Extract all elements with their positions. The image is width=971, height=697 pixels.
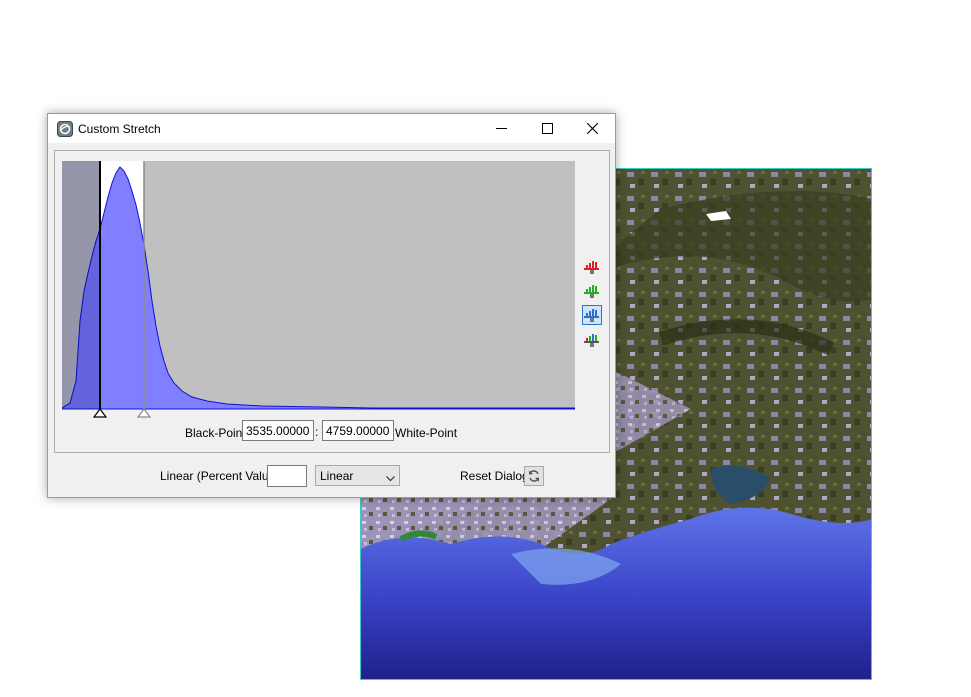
close-icon xyxy=(587,123,598,134)
maximize-icon xyxy=(542,123,553,134)
histogram-plot[interactable] xyxy=(62,161,575,419)
percent-value-input[interactable] xyxy=(267,465,307,487)
custom-stretch-dialog: Custom Stretch Black-Point 3535.00000: … xyxy=(47,113,616,498)
window-title: Custom Stretch xyxy=(78,122,161,136)
black-point-input[interactable] xyxy=(242,420,314,441)
reset-dialog-label: Reset Dialog xyxy=(460,469,529,483)
refresh-icon xyxy=(529,470,539,482)
black-point-marker xyxy=(92,408,108,418)
envi-app-icon xyxy=(57,121,73,137)
stretch-type-select[interactable]: Linear xyxy=(315,465,400,486)
close-button[interactable] xyxy=(570,114,615,143)
red-band-icon[interactable] xyxy=(583,258,601,276)
range-separator: : xyxy=(315,425,319,439)
minimize-button[interactable] xyxy=(479,114,524,143)
white-point-label: White-Point xyxy=(395,426,458,440)
chevron-down-icon xyxy=(386,471,395,485)
black-point-label: Black-Point xyxy=(185,426,246,440)
outside-range-shade xyxy=(62,161,100,409)
title-bar[interactable]: Custom Stretch xyxy=(48,114,615,143)
white-point-input[interactable] xyxy=(322,420,394,441)
blue-band-icon[interactable] xyxy=(582,305,602,325)
minimize-icon xyxy=(496,128,507,129)
histogram-panel: Black-Point : White-Point xyxy=(54,150,610,453)
maximize-button[interactable] xyxy=(525,114,570,143)
white-point-marker xyxy=(136,408,152,418)
green-band-icon[interactable] xyxy=(583,282,601,300)
linear-percent-label: Linear (Percent Value) xyxy=(160,469,280,483)
stretch-type-value: Linear xyxy=(320,469,354,483)
reset-dialog-button[interactable] xyxy=(524,466,544,486)
all-bands-icon[interactable] xyxy=(583,331,601,349)
